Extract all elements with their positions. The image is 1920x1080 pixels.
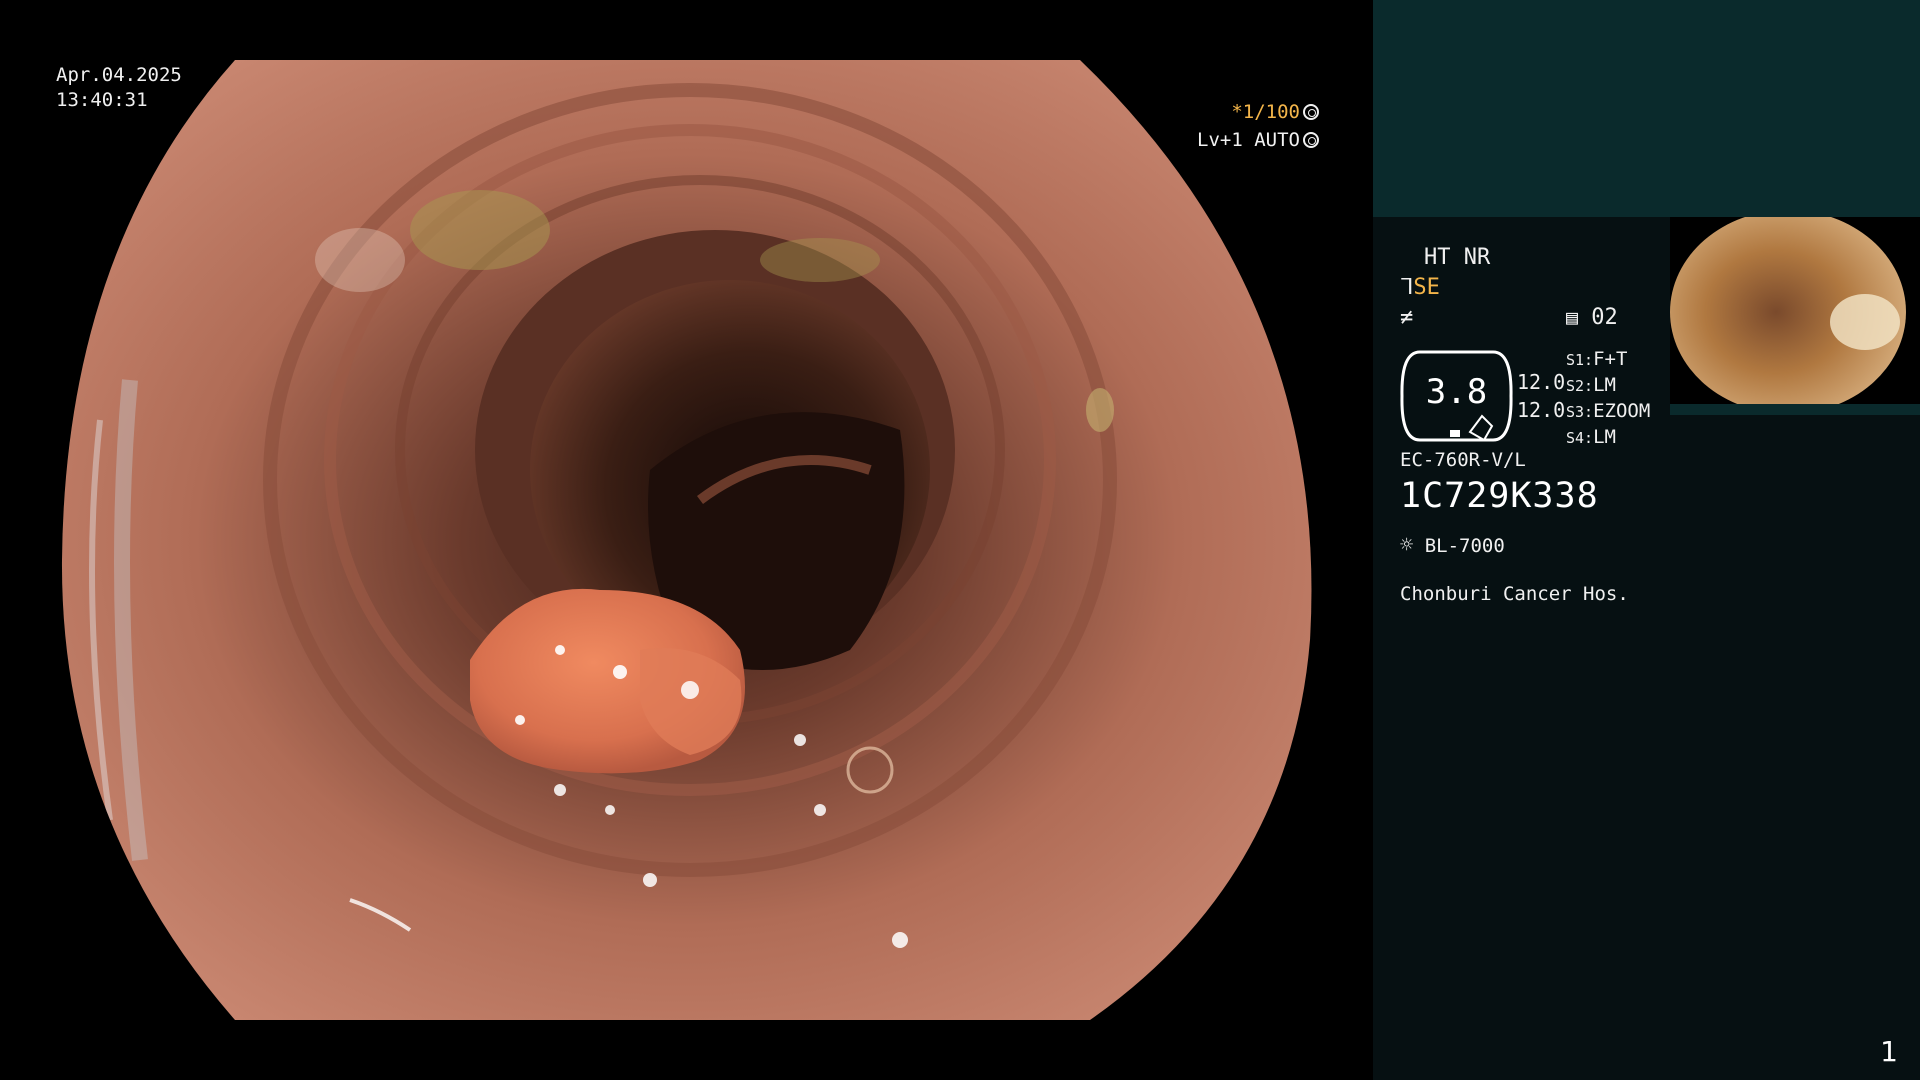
structure-icon: ᒣ bbox=[1400, 275, 1414, 300]
scope-model: EC-760R-V/L bbox=[1400, 449, 1526, 471]
shutter-row: *1/100 bbox=[1197, 98, 1319, 126]
shutter-label: *1/100 bbox=[1231, 101, 1300, 123]
switch-s4: S4:LM bbox=[1566, 426, 1616, 448]
memo-number: 02 bbox=[1591, 305, 1618, 330]
switch-s2: S2:LM bbox=[1566, 374, 1616, 396]
light-source-row: ☼ BL-7000 bbox=[1400, 533, 1505, 558]
scope-serial: 1C729K338 bbox=[1400, 476, 1599, 516]
light-icon: ☼ bbox=[1400, 533, 1414, 558]
date-label: Apr.04.2025 bbox=[56, 64, 182, 86]
switch-list: S1:F+T S2:LM S3:EZOOM S4:LM bbox=[1566, 347, 1650, 451]
panel-header-area bbox=[1373, 0, 1920, 217]
info-panel: HT NR ᒣSE ≠ ▤ 02 3.8 12.0 12.0 S1:F+T S2… bbox=[1373, 0, 1920, 1080]
ht-nr-label: HT NR bbox=[1424, 245, 1491, 270]
endoscopic-image bbox=[61, 60, 1312, 1020]
value-1: 12.0 bbox=[1517, 370, 1566, 394]
thumbnail-image[interactable] bbox=[1670, 217, 1920, 415]
iris-icon bbox=[1303, 132, 1319, 148]
se-label: SE bbox=[1413, 275, 1440, 300]
time-label: 13:40:31 bbox=[56, 89, 148, 111]
endoscope-view: Apr.04.2025 13:40:31 *1/100 Lv+1 AUTO bbox=[0, 0, 1373, 1080]
thumbnail-scope-picture bbox=[1670, 217, 1920, 415]
switch-s3: S3:EZOOM bbox=[1566, 400, 1651, 422]
iris-label: Lv+1 AUTO bbox=[1197, 129, 1300, 151]
shutter-icon bbox=[1303, 104, 1319, 120]
status-overlay: *1/100 Lv+1 AUTO bbox=[1197, 98, 1319, 154]
iris-row: Lv+1 AUTO bbox=[1197, 126, 1319, 154]
zoom-value: 3.8 bbox=[1425, 372, 1488, 412]
value-2: 12.0 bbox=[1517, 398, 1566, 422]
memo-icon: ▤ bbox=[1566, 305, 1579, 329]
page-number: 1 bbox=[1880, 1035, 1898, 1068]
light-source-label: BL-7000 bbox=[1424, 535, 1505, 557]
memo-row: ▤ 02 bbox=[1566, 305, 1618, 330]
hospital-name: Chonburi Cancer Hos. bbox=[1400, 583, 1629, 605]
switch-s1: S1:F+T bbox=[1566, 348, 1628, 370]
se-row: ᒣSE bbox=[1400, 275, 1440, 300]
slash-icon: ≠ bbox=[1400, 305, 1414, 330]
timestamp: Apr.04.2025 13:40:31 bbox=[56, 63, 182, 113]
